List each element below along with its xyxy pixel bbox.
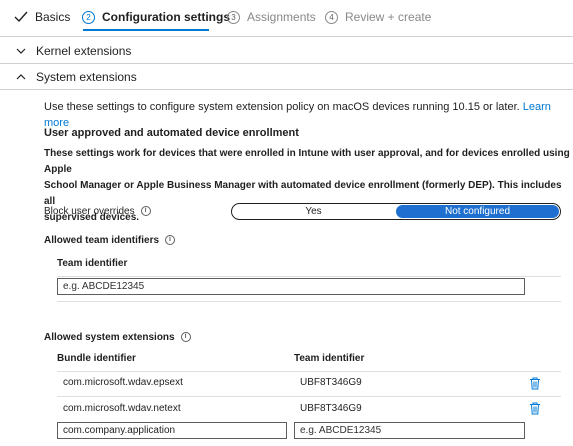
block-user-overrides-toggle[interactable]: Yes Not configured	[231, 203, 561, 220]
description-line: These settings work for devices that wer…	[44, 148, 570, 175]
system-extensions-header[interactable]: System extensions	[16, 68, 137, 86]
step-basics[interactable]: Basics	[14, 8, 70, 26]
team-identifier-input[interactable]	[57, 278, 525, 295]
intro-description: Use these settings to configure system e…	[44, 101, 520, 113]
step-number: 3	[227, 10, 240, 24]
column-header-team-identifier: Team identifier	[57, 258, 128, 269]
column-header-bundle-identifier: Bundle identifier	[57, 353, 136, 364]
step-assignments[interactable]: 3 Assignments	[227, 8, 316, 26]
option-not-configured[interactable]: Not configured	[396, 205, 559, 218]
kernel-extensions-header[interactable]: Kernel extensions	[16, 42, 131, 60]
divider	[0, 36, 573, 37]
team-identifier-cell: UBF8T346G9	[300, 377, 362, 388]
chevron-up-icon	[16, 74, 26, 80]
field-label: Allowed team identifiers	[44, 235, 160, 246]
current-step-indicator	[83, 29, 209, 31]
column-header-team-identifier: Team identifier	[294, 353, 365, 364]
team-identifier-field[interactable]	[300, 425, 524, 436]
bundle-identifier-cell: com.microsoft.wdav.netext	[63, 403, 181, 414]
allowed-system-extensions-label: Allowed system extensions i	[44, 330, 191, 346]
team-identifier-cell: UBF8T346G9	[300, 403, 362, 414]
chevron-down-icon	[16, 48, 26, 54]
checkmark-icon	[14, 11, 28, 23]
info-icon[interactable]: i	[165, 235, 176, 246]
step-label: Assignments	[247, 10, 316, 24]
row-divider	[57, 301, 561, 302]
enrollment-heading: User approved and automated device enrol…	[44, 127, 299, 139]
row-divider	[57, 276, 561, 277]
step-number: 2	[82, 10, 95, 24]
row-divider	[57, 396, 561, 397]
bundle-identifier-field[interactable]	[63, 425, 286, 436]
step-label: Basics	[35, 10, 71, 24]
step-label: Review + create	[345, 10, 432, 24]
info-icon[interactable]: i	[180, 332, 191, 343]
wizard-steps: Basics 2 Configuration settings 3 Assign…	[0, 0, 573, 36]
divider	[0, 63, 573, 64]
field-label: Block user overrides	[44, 206, 135, 217]
step-number: 4	[325, 10, 338, 24]
allowed-team-identifiers-label: Allowed team identifiers i	[44, 233, 176, 249]
block-user-overrides-label: Block user overrides i	[44, 204, 151, 220]
section-label: Kernel extensions	[36, 44, 132, 58]
delete-icon[interactable]	[529, 377, 541, 390]
option-yes[interactable]: Yes	[232, 204, 395, 219]
team-identifier-field[interactable]	[63, 281, 524, 292]
step-review-create[interactable]: 4 Review + create	[325, 8, 431, 26]
new-bundle-identifier-input[interactable]	[57, 422, 287, 439]
info-icon[interactable]: i	[140, 206, 151, 217]
divider	[0, 89, 573, 90]
step-label: Configuration settings	[102, 10, 230, 24]
delete-icon[interactable]	[529, 402, 541, 415]
row-divider	[57, 371, 561, 372]
section-label: System extensions	[36, 70, 137, 84]
field-label: Allowed system extensions	[44, 332, 175, 343]
step-configuration-settings[interactable]: 2 Configuration settings	[82, 8, 230, 26]
bundle-identifier-cell: com.microsoft.wdav.epsext	[63, 377, 183, 388]
new-team-identifier-input[interactable]	[294, 422, 525, 439]
